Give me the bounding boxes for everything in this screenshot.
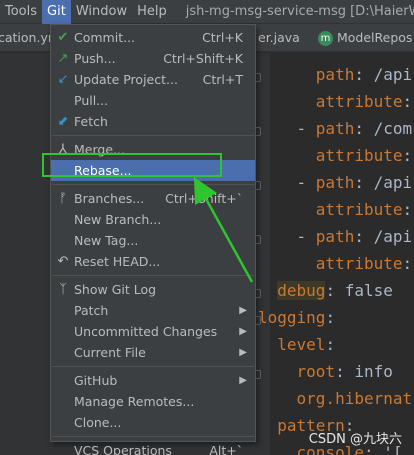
annotation-arrow (193, 177, 254, 283)
